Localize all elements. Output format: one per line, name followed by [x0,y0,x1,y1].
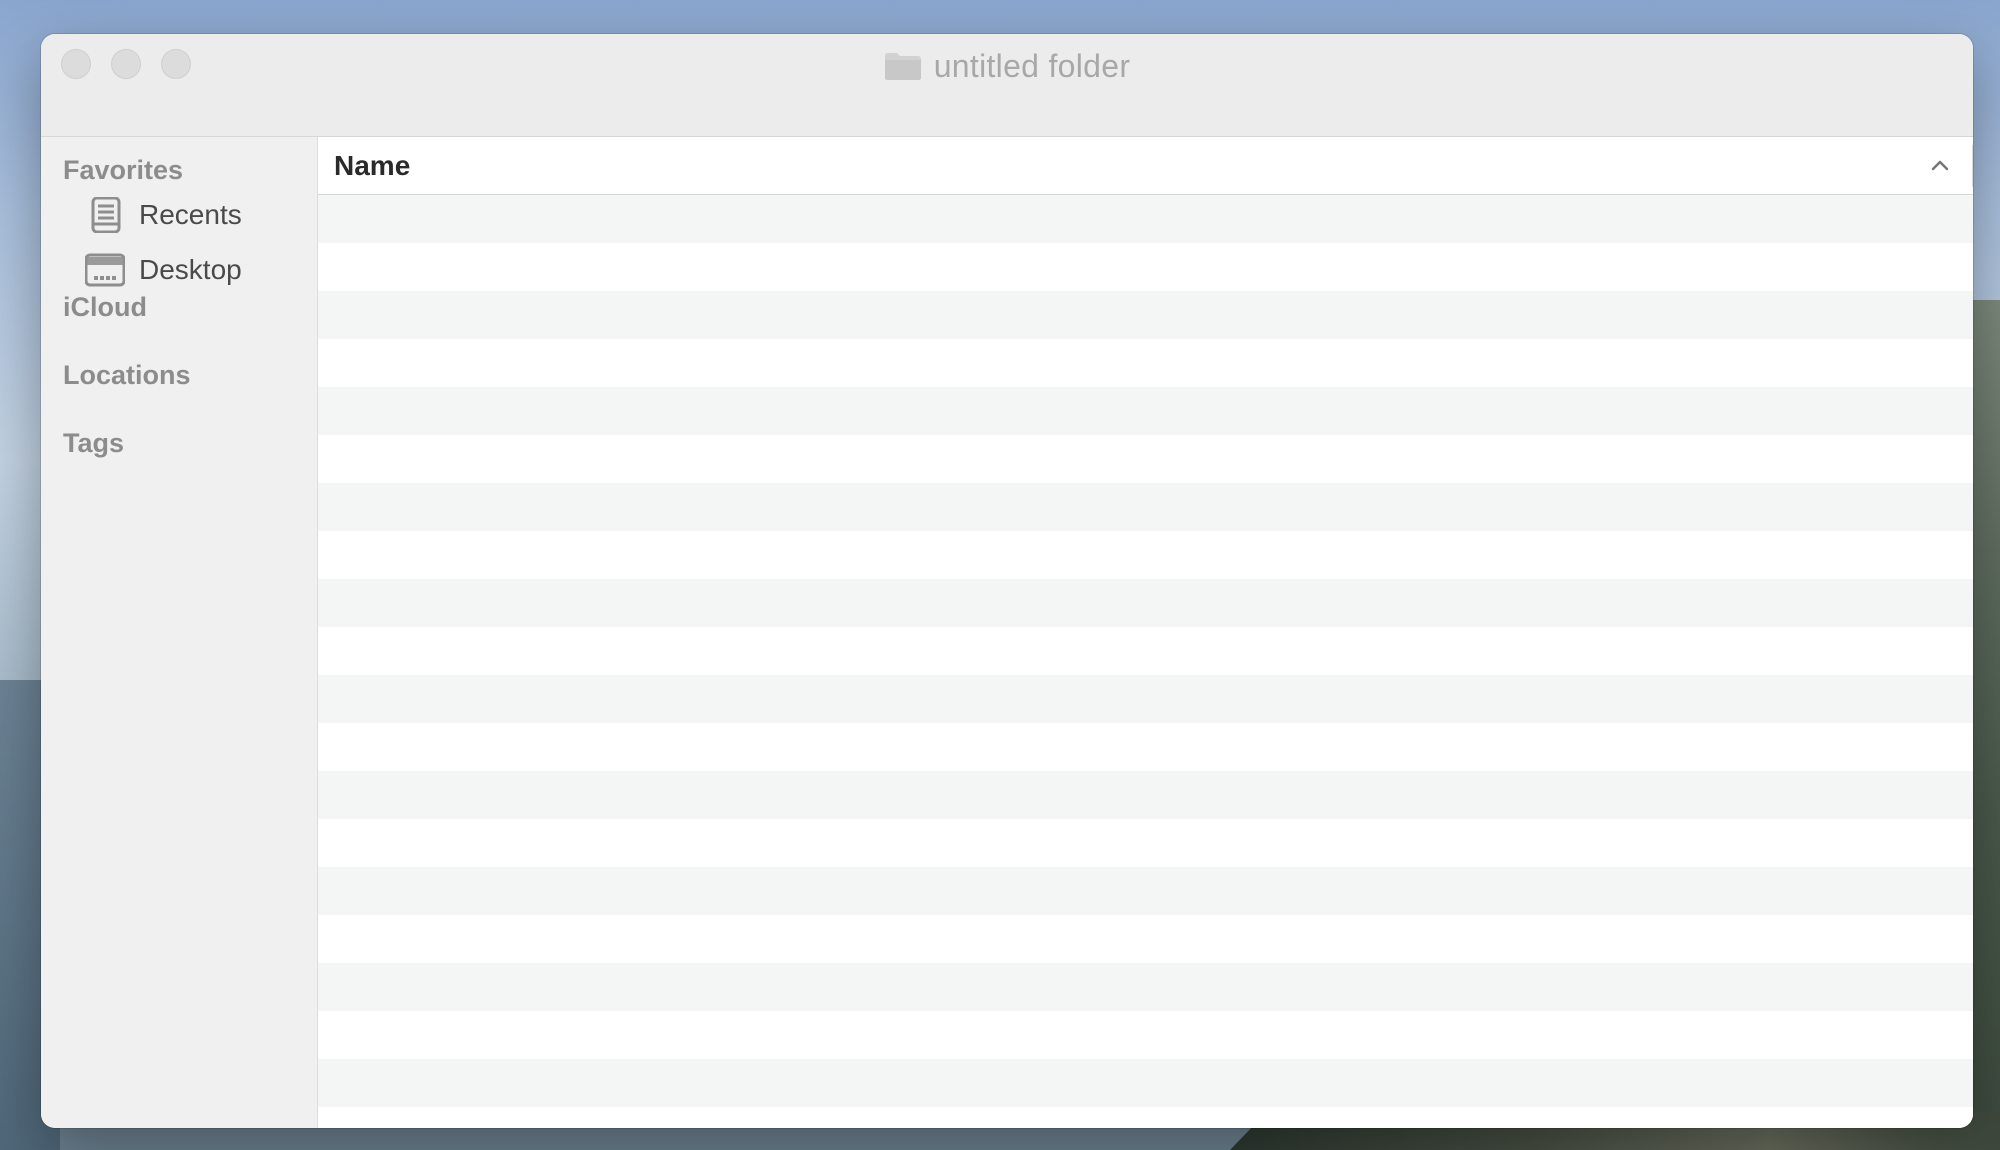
desktop-icon [84,252,126,288]
empty-list-rows[interactable] [318,195,1973,1128]
sidebar-section-icloud[interactable]: iCloud [63,292,147,323]
sidebar-item-desktop[interactable]: Desktop [84,248,242,292]
desktop-background: untitled folder Favorites Recents Deskto… [0,0,2000,1150]
folder-icon [884,51,922,81]
column-divider[interactable] [1972,145,1973,187]
chevron-up-icon[interactable] [1927,152,1953,178]
sidebar-section-locations[interactable]: Locations [63,360,191,391]
file-list[interactable]: Name [318,137,1973,1128]
finder-window: untitled folder Favorites Recents Deskto… [41,34,1973,1128]
sidebar-section-favorites: Favorites [63,155,184,185]
window-title: untitled folder [41,44,1973,88]
sidebar-item-label: Recents [139,199,242,230]
recents-icon [85,196,125,234]
column-header-row: Name [318,137,1973,195]
sidebar-section-tags[interactable]: Tags [63,428,124,459]
sidebar-item-label: Desktop [139,254,242,285]
column-header-name[interactable]: Name [334,150,410,182]
sidebar: Favorites Recents Desktop iCloud Locatio… [41,137,318,1128]
title-bar[interactable]: untitled folder [41,34,1973,137]
sidebar-item-recents[interactable]: Recents [85,193,242,237]
window-title-text: untitled folder [933,47,1131,84]
